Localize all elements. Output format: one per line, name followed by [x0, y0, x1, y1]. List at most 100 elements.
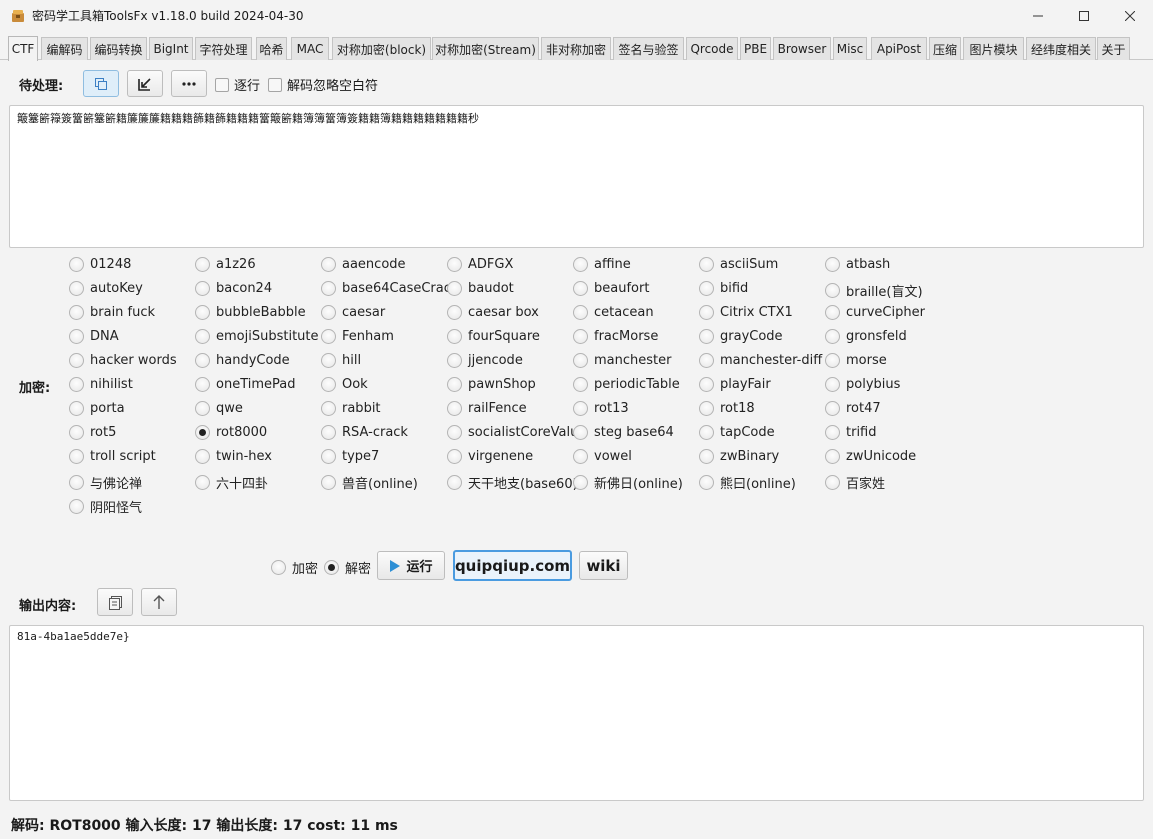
import-button[interactable] [127, 70, 163, 97]
algorithm-radio[interactable]: 阴阳怪气 [69, 497, 142, 516]
tab-9[interactable]: 非对称加密 [541, 37, 611, 60]
algorithm-radio[interactable]: pawnShop [447, 377, 536, 392]
algorithm-radio[interactable]: 兽音(online) [321, 473, 418, 492]
algorithm-radio[interactable]: manchester [573, 353, 671, 368]
algorithm-radio[interactable]: cetacean [573, 305, 654, 320]
algorithm-radio[interactable]: fourSquare [447, 329, 540, 344]
algorithm-radio[interactable]: DNA [69, 329, 119, 344]
algorithm-radio[interactable]: affine [573, 257, 631, 272]
algorithm-radio[interactable]: zwBinary [699, 449, 779, 464]
algorithm-radio[interactable]: fracMorse [573, 329, 658, 344]
algorithm-radio[interactable]: periodicTable [573, 377, 680, 392]
tab-17[interactable]: 图片模块 [963, 37, 1024, 60]
algorithm-radio[interactable]: caesar box [447, 305, 539, 320]
algorithm-radio[interactable]: rot18 [699, 401, 755, 416]
algorithm-radio[interactable]: morse [825, 353, 887, 368]
tab-10[interactable]: 签名与验签 [613, 37, 684, 60]
tab-18[interactable]: 经纬度相关 [1026, 37, 1096, 60]
algorithm-radio[interactable]: hill [321, 353, 361, 368]
algorithm-radio[interactable]: 新佛日(online) [573, 473, 683, 492]
tab-1[interactable]: 编解码 [41, 37, 88, 60]
minimize-button[interactable] [1015, 0, 1061, 32]
algorithm-radio[interactable]: bacon24 [195, 281, 272, 296]
algorithm-radio[interactable]: handyCode [195, 353, 290, 368]
close-button[interactable] [1107, 0, 1153, 32]
tab-0[interactable]: CTF [8, 36, 38, 61]
tab-14[interactable]: Misc [833, 37, 867, 60]
algorithm-radio[interactable]: rot8000 [195, 425, 267, 440]
algorithm-radio[interactable]: 百家姓 [825, 473, 885, 492]
tab-11[interactable]: Qrcode [686, 37, 738, 60]
algorithm-radio[interactable]: tapCode [699, 425, 775, 440]
output-textarea[interactable]: 81a-4ba1ae5dde7e} [9, 625, 1144, 801]
tab-19[interactable]: 关于 [1097, 37, 1130, 60]
algorithm-radio[interactable]: socialistCoreValue [447, 425, 586, 440]
tab-12[interactable]: PBE [740, 37, 771, 60]
algorithm-radio[interactable]: porta [69, 401, 125, 416]
paste-button[interactable] [83, 70, 119, 97]
algorithm-radio[interactable]: aaencode [321, 257, 406, 272]
algorithm-radio[interactable]: twin-hex [195, 449, 272, 464]
algorithm-radio[interactable]: rot47 [825, 401, 881, 416]
algorithm-radio[interactable]: 六十四卦 [195, 473, 268, 492]
algorithm-radio[interactable]: caesar [321, 305, 385, 320]
algorithm-radio[interactable]: asciiSum [699, 257, 778, 272]
algorithm-radio[interactable]: rot13 [573, 401, 629, 416]
decrypt-mode-radio[interactable]: 解密 [324, 558, 371, 577]
algorithm-radio[interactable]: playFair [699, 377, 771, 392]
algorithm-radio[interactable]: polybius [825, 377, 900, 392]
algorithm-radio[interactable]: Fenham [321, 329, 394, 344]
algorithm-radio[interactable]: trifid [825, 425, 877, 440]
algorithm-radio[interactable]: brain fuck [69, 305, 155, 320]
tab-16[interactable]: 压缩 [929, 37, 961, 60]
algorithm-radio[interactable]: 天干地支(base60) [447, 473, 578, 492]
algorithm-radio[interactable]: troll script [69, 449, 156, 464]
tab-4[interactable]: 字符处理 [195, 37, 252, 60]
algorithm-radio[interactable]: jjencode [447, 353, 523, 368]
tab-13[interactable]: Browser [773, 37, 831, 60]
algorithm-radio[interactable]: 01248 [69, 257, 131, 272]
algorithm-radio[interactable]: atbash [825, 257, 890, 272]
tab-8[interactable]: 对称加密(Stream) [432, 37, 539, 60]
algorithm-radio[interactable]: zwUnicode [825, 449, 916, 464]
algorithm-radio[interactable]: ADFGX [447, 257, 513, 272]
algorithm-radio[interactable]: steg base64 [573, 425, 674, 440]
algorithm-radio[interactable]: 熊曰(online) [699, 473, 796, 492]
algorithm-radio[interactable]: qwe [195, 401, 243, 416]
algorithm-radio[interactable]: Ook [321, 377, 368, 392]
encrypt-mode-radio[interactable]: 加密 [271, 558, 318, 577]
tab-2[interactable]: 编码转换 [90, 37, 147, 60]
algorithm-radio[interactable]: railFence [447, 401, 527, 416]
algorithm-radio[interactable]: rabbit [321, 401, 381, 416]
algorithm-radio[interactable]: 与佛论禅 [69, 473, 142, 492]
algorithm-radio[interactable]: rot5 [69, 425, 116, 440]
algorithm-radio[interactable]: Citrix CTX1 [699, 305, 793, 320]
algorithm-radio[interactable]: curveCipher [825, 305, 925, 320]
tab-7[interactable]: 对称加密(block) [332, 37, 431, 60]
tab-6[interactable]: MAC [291, 37, 329, 60]
algorithm-radio[interactable]: vowel [573, 449, 632, 464]
algorithm-radio[interactable]: base64CaseCrack [321, 281, 458, 296]
algorithm-radio[interactable]: braille(盲文) [825, 281, 923, 300]
algorithm-radio[interactable]: bifid [699, 281, 748, 296]
algorithm-radio[interactable]: bubbleBabble [195, 305, 306, 320]
algorithm-radio[interactable]: oneTimePad [195, 377, 295, 392]
ignore-whitespace-checkbox[interactable]: 解码忽略空白符 [268, 75, 378, 94]
move-up-button[interactable] [141, 588, 177, 616]
algorithm-radio[interactable]: type7 [321, 449, 379, 464]
algorithm-radio[interactable]: RSA-crack [321, 425, 408, 440]
maximize-button[interactable] [1061, 0, 1107, 32]
algorithm-radio[interactable]: baudot [447, 281, 514, 296]
algorithm-radio[interactable]: manchester-diff [699, 353, 822, 368]
input-textarea[interactable]: 簸簺簖簶簽簹簖簺簖籍簾簾簾籍籍籍籂籍籂籍籍籍簹簸簖籍簿簿簹簿簽籍籍簿籍籍籍籍籍籍… [9, 105, 1144, 248]
wiki-button[interactable]: wiki [579, 551, 628, 580]
algorithm-radio[interactable]: virgenene [447, 449, 533, 464]
line-by-line-checkbox[interactable]: 逐行 [215, 75, 260, 94]
run-button[interactable]: 运行 [377, 551, 445, 580]
copy-button[interactable] [97, 588, 133, 616]
tab-15[interactable]: ApiPost [871, 37, 927, 60]
algorithm-radio[interactable]: grayCode [699, 329, 783, 344]
algorithm-radio[interactable]: nihilist [69, 377, 133, 392]
algorithm-radio[interactable]: hacker words [69, 353, 177, 368]
algorithm-radio[interactable]: a1z26 [195, 257, 256, 272]
